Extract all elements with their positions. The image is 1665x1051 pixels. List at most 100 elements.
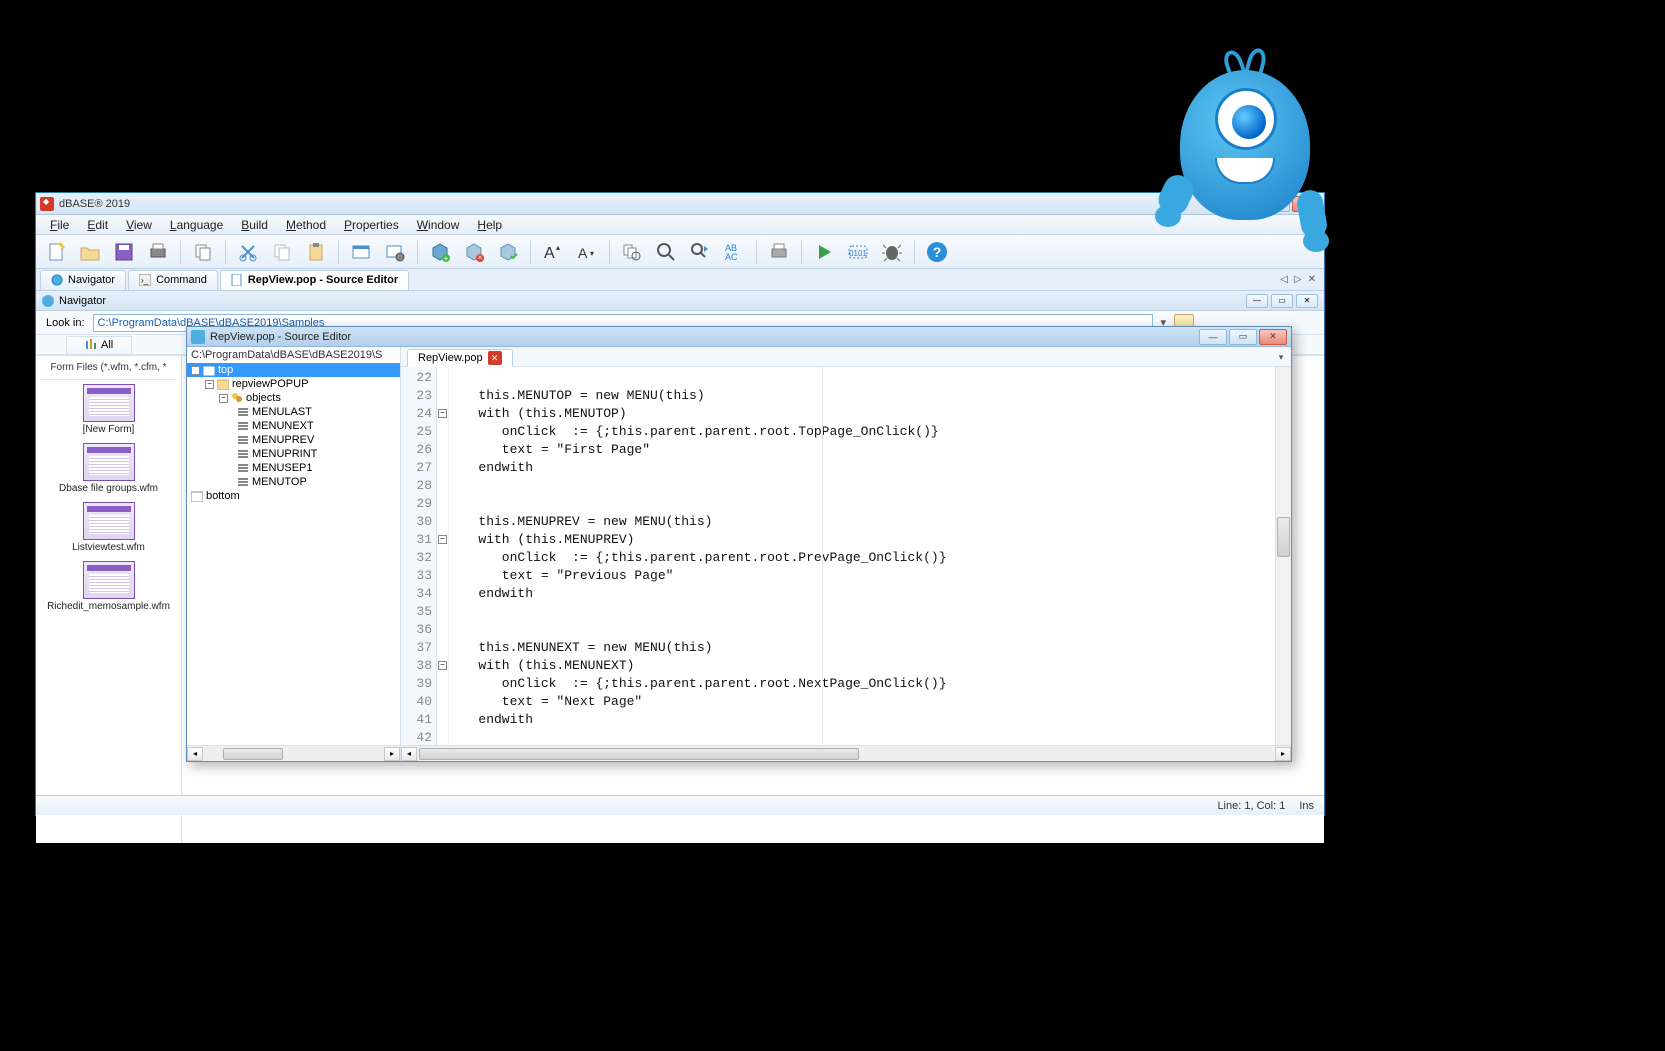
fold-column: −−−− xyxy=(437,367,449,745)
save-icon[interactable] xyxy=(110,239,138,265)
collapse-icon[interactable]: − xyxy=(219,394,228,403)
code-panel: RepView.pop ✕ ▾ 222324252627282930313233… xyxy=(401,347,1291,761)
titlebar[interactable]: dBASE® 2019 — ▭ ✕ xyxy=(36,193,1324,215)
find-pages-icon[interactable] xyxy=(618,239,646,265)
cmd-icon: ›_ xyxy=(139,274,151,286)
tree-bottom[interactable]: bottom xyxy=(187,489,400,503)
menu-view[interactable]: View xyxy=(118,216,160,234)
nav-minimize-icon[interactable]: — xyxy=(1246,294,1268,308)
vscroll-thumb[interactable] xyxy=(1277,517,1290,557)
tab-navigator[interactable]: Navigator xyxy=(40,270,126,290)
globe-icon xyxy=(51,274,63,286)
copy2-icon[interactable] xyxy=(268,239,296,265)
tree-menuprev[interactable]: MENUPREV xyxy=(187,433,400,447)
svg-text:0101: 0101 xyxy=(849,249,867,258)
doc-icon xyxy=(231,274,243,286)
fold-toggle-icon[interactable]: − xyxy=(438,535,447,544)
scroll-right-icon[interactable]: ▸ xyxy=(1275,747,1291,761)
font-increase-icon[interactable]: A▴ xyxy=(539,239,567,265)
navigator-titlebar: Navigator — ▭ ✕ xyxy=(36,291,1324,311)
form-icon[interactable] xyxy=(347,239,375,265)
editor-maximize-button[interactable]: ▭ xyxy=(1229,329,1257,345)
compile-icon[interactable]: 0101 xyxy=(844,239,872,265)
file-richedit[interactable]: Richedit_memosample.wfm xyxy=(40,561,177,612)
cut-icon[interactable] xyxy=(234,239,262,265)
run-icon[interactable] xyxy=(810,239,838,265)
file-new-form[interactable]: [New Form] xyxy=(40,384,177,435)
navigator-title: Navigator xyxy=(59,295,106,307)
tree-hscrollbar[interactable]: ◂ ▸ xyxy=(187,745,400,761)
tree-menunext[interactable]: MENUNEXT xyxy=(187,419,400,433)
menubar: File Edit View Language Build Method Pro… xyxy=(36,215,1324,235)
code-tabs: RepView.pop ✕ ▾ xyxy=(401,347,1291,367)
collapse-icon[interactable]: − xyxy=(191,366,200,375)
svg-text:?: ? xyxy=(933,244,942,260)
tree-repviewpopup[interactable]: −repviewPOPUP xyxy=(187,377,400,391)
tabs-chevron-icon[interactable]: ▾ xyxy=(1275,351,1287,363)
print-icon[interactable] xyxy=(144,239,172,265)
help-icon[interactable]: ? xyxy=(923,239,951,265)
cube-remove-icon[interactable]: × xyxy=(460,239,488,265)
tab-close-icon[interactable]: ✕ xyxy=(488,351,502,365)
replace-icon[interactable]: ABAC xyxy=(720,239,748,265)
source-editor-titlebar[interactable]: RepView.pop - Source Editor — ▭ ✕ xyxy=(187,327,1291,347)
nav-close-icon[interactable]: ✕ xyxy=(1296,294,1318,308)
file-dbase-groups[interactable]: Dbase file groups.wfm xyxy=(40,443,177,494)
cube-add-icon[interactable]: + xyxy=(426,239,454,265)
editor-minimize-button[interactable]: — xyxy=(1199,329,1227,345)
tab-prev-icon[interactable]: ◁ xyxy=(1280,274,1288,285)
search-next-icon[interactable] xyxy=(686,239,714,265)
fold-toggle-icon[interactable]: − xyxy=(438,661,447,670)
code-tab-repview[interactable]: RepView.pop ✕ xyxy=(407,349,513,367)
scroll-left-icon[interactable]: ◂ xyxy=(401,747,417,761)
scroll-right-icon[interactable]: ▸ xyxy=(384,747,400,761)
debug-icon[interactable] xyxy=(878,239,906,265)
tree-menutop[interactable]: MENUTOP xyxy=(187,475,400,489)
tab-close-icon[interactable]: ✕ xyxy=(1308,274,1316,285)
fold-toggle-icon[interactable]: − xyxy=(438,409,447,418)
svg-text:›_: ›_ xyxy=(141,276,149,285)
menu-language[interactable]: Language xyxy=(162,216,231,234)
file-listviewtest[interactable]: Listviewtest.wfm xyxy=(40,502,177,553)
code-hscrollbar[interactable]: ◂ ▸ xyxy=(401,745,1291,761)
form-gear-icon[interactable] xyxy=(381,239,409,265)
menu-properties[interactable]: Properties xyxy=(336,216,407,234)
tree-menusep1[interactable]: MENUSEP1 xyxy=(187,461,400,475)
tab-next-icon[interactable]: ▷ xyxy=(1294,274,1302,285)
open-icon[interactable] xyxy=(76,239,104,265)
editor-close-button[interactable]: ✕ xyxy=(1259,329,1287,345)
copy-icon[interactable] xyxy=(189,239,217,265)
font-decrease-icon[interactable]: A▾ xyxy=(573,239,601,265)
menu-build[interactable]: Build xyxy=(233,216,276,234)
look-in-label: Look in: xyxy=(46,317,85,329)
tree-menulast[interactable]: MENULAST xyxy=(187,405,400,419)
app-title: dBASE® 2019 xyxy=(59,198,1232,210)
tab-command[interactable]: ›_ Command xyxy=(128,270,218,290)
code-text[interactable]: this.MENUTOP = new MENU(this) with (this… xyxy=(449,367,1275,745)
scroll-left-icon[interactable]: ◂ xyxy=(187,747,203,761)
collapse-icon[interactable]: − xyxy=(205,380,214,389)
menu-method[interactable]: Method xyxy=(278,216,334,234)
cube-check-icon[interactable] xyxy=(494,239,522,265)
menu-file[interactable]: File xyxy=(42,216,77,234)
menu-window[interactable]: Window xyxy=(409,216,468,234)
tree-objects[interactable]: −objects xyxy=(187,391,400,405)
search-icon[interactable] xyxy=(652,239,680,265)
new-icon[interactable] xyxy=(42,239,70,265)
print2-icon[interactable] xyxy=(765,239,793,265)
tab-source-editor[interactable]: RepView.pop - Source Editor xyxy=(220,270,409,290)
code-hscroll-thumb[interactable] xyxy=(419,748,859,760)
menu-edit[interactable]: Edit xyxy=(79,216,116,234)
tree-scroll-thumb[interactable] xyxy=(223,748,283,760)
paste-icon[interactable] xyxy=(302,239,330,265)
mascot-image xyxy=(1155,30,1335,250)
code-area[interactable]: 2223242526272829303132333435363738394041… xyxy=(401,367,1291,745)
tree-top[interactable]: −top xyxy=(187,363,400,377)
filter-all[interactable]: All xyxy=(66,336,132,354)
tree-menuprint[interactable]: MENUPRINT xyxy=(187,447,400,461)
bars-icon xyxy=(85,339,97,351)
menu-help[interactable]: Help xyxy=(469,216,510,234)
code-vscrollbar[interactable] xyxy=(1275,367,1291,745)
outline-tree: C:\ProgramData\dBASE\dBASE2019\S −top −r… xyxy=(187,347,401,761)
nav-restore-icon[interactable]: ▭ xyxy=(1271,294,1293,308)
